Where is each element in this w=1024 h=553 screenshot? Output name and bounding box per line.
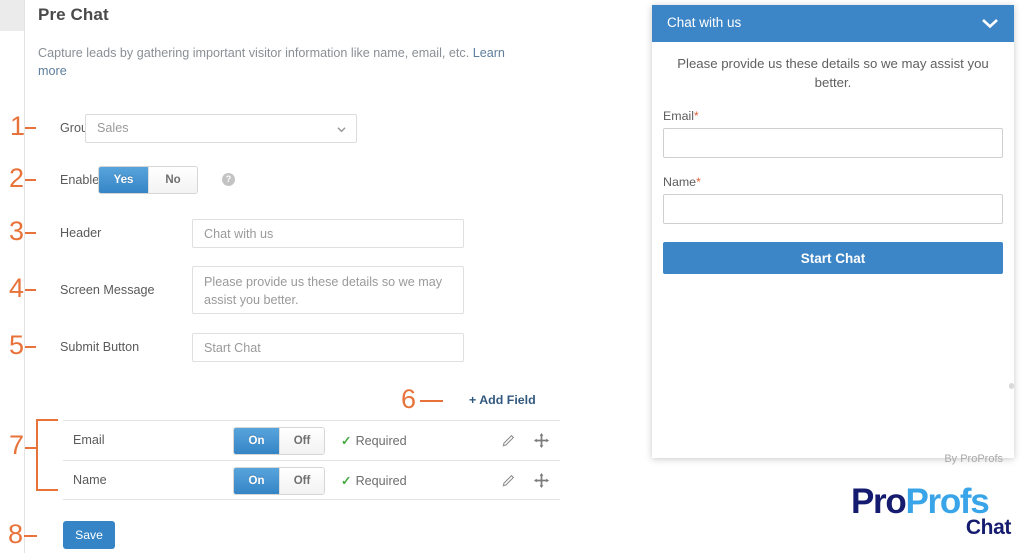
annotation-4-line [25, 289, 36, 291]
chat-widget-footer: By ProProfs [944, 453, 1003, 465]
header-label: Header [60, 226, 102, 240]
logo-wordmark: ProProfs [851, 484, 1011, 520]
page-title: Pre Chat [38, 5, 109, 24]
annotation-4: 4 [9, 273, 25, 303]
header-input[interactable]: Chat with us [192, 219, 464, 248]
page-description-text: Capture leads by gathering important vis… [38, 46, 473, 60]
field-toggle-on[interactable]: On [234, 468, 279, 494]
field-name: Email [73, 433, 105, 447]
group-select[interactable]: Sales [85, 114, 357, 143]
annotation-2-line [25, 179, 36, 181]
field-onoff-toggle[interactable]: On Off [233, 427, 325, 455]
check-icon: ✓ [341, 434, 352, 448]
annotation-6-line [420, 400, 443, 402]
table-row: Email On Off ✓ Required [63, 420, 560, 460]
chat-widget-title: Chat with us [667, 15, 742, 30]
screen-message-label: Screen Message [60, 283, 155, 297]
chevron-down-icon [337, 127, 346, 133]
annotation-7-bracket [36, 419, 58, 491]
enable-label: Enable [60, 173, 100, 187]
chat-field-label-name: Name* [663, 175, 1003, 189]
submit-button-label: Submit Button [60, 340, 140, 354]
pre-chat-settings-panel: Pre Chat Capture leads by gathering impo… [25, 0, 635, 553]
annotation-2: 2 [9, 163, 25, 193]
chat-field-label-email: Email* [663, 109, 1003, 123]
page-description: Capture leads by gathering important vis… [38, 44, 528, 80]
field-toggle-off[interactable]: Off [279, 468, 324, 494]
check-icon: ✓ [341, 474, 352, 488]
pencil-icon[interactable] [501, 433, 516, 448]
logo-part-pro: Pro [851, 482, 907, 521]
chevron-down-icon[interactable] [980, 16, 1000, 30]
field-required-label: Required [355, 474, 407, 488]
required-asterisk: * [696, 175, 701, 189]
scrollbar-nub[interactable] [1009, 383, 1014, 389]
field-onoff-toggle[interactable]: On Off [233, 467, 325, 495]
screenshot-root: Pre Chat Capture leads by gathering impo… [0, 0, 1024, 553]
chat-email-input[interactable] [663, 128, 1003, 158]
enable-toggle-no[interactable]: No [148, 167, 197, 193]
group-select-value: Sales [97, 121, 129, 135]
chat-field-label-name-text: Name [663, 175, 697, 189]
proprofs-chat-logo: ProProfs Chat [851, 484, 1011, 546]
chat-field-label-email-text: Email [663, 109, 694, 123]
field-required-label: Required [355, 434, 407, 448]
annotation-7-line [25, 447, 36, 449]
question-mark-icon[interactable]: ? [222, 173, 235, 186]
enable-toggle-yes[interactable]: Yes [99, 167, 148, 193]
start-chat-button[interactable]: Start Chat [663, 242, 1003, 274]
save-button[interactable]: Save [63, 521, 115, 549]
chat-widget-body: Please provide us these details so we ma… [652, 54, 1014, 470]
submit-button-input[interactable]: Start Chat [192, 333, 464, 362]
annotation-1-line [25, 127, 36, 129]
pencil-icon[interactable] [501, 473, 516, 488]
chat-widget-preview: Chat with us Please provide us these det… [652, 5, 1014, 465]
screen-message-input[interactable]: Please provide us these details so we ma… [192, 266, 464, 314]
annotation-6: 6 [401, 384, 417, 414]
chat-name-input[interactable] [663, 194, 1003, 224]
field-required-status: ✓ Required [341, 473, 407, 488]
annotation-5-line [25, 346, 36, 348]
annotation-1: 1 [10, 111, 26, 141]
annotation-8-line [24, 535, 37, 537]
required-asterisk: * [693, 109, 699, 123]
field-toggle-on[interactable]: On [234, 428, 279, 454]
fields-table: Email On Off ✓ Required Name On Off ✓ Re… [63, 420, 560, 500]
enable-toggle[interactable]: Yes No [98, 166, 198, 194]
annotation-3: 3 [9, 216, 25, 246]
field-required-status: ✓ Required [341, 433, 407, 448]
chat-widget-message: Please provide us these details so we ma… [677, 56, 989, 90]
chat-widget-header[interactable]: Chat with us [652, 5, 1014, 42]
corner-block [0, 0, 24, 31]
move-arrows-icon[interactable] [533, 472, 550, 489]
table-row: Name On Off ✓ Required [63, 460, 560, 500]
annotation-7: 7 [9, 430, 25, 460]
annotation-5: 5 [9, 330, 25, 360]
field-toggle-off[interactable]: Off [279, 428, 324, 454]
field-name: Name [73, 473, 107, 487]
move-arrows-icon[interactable] [533, 432, 550, 449]
add-field-link[interactable]: + Add Field [469, 393, 536, 407]
annotation-8: 8 [8, 519, 24, 549]
annotation-3-line [25, 232, 36, 234]
